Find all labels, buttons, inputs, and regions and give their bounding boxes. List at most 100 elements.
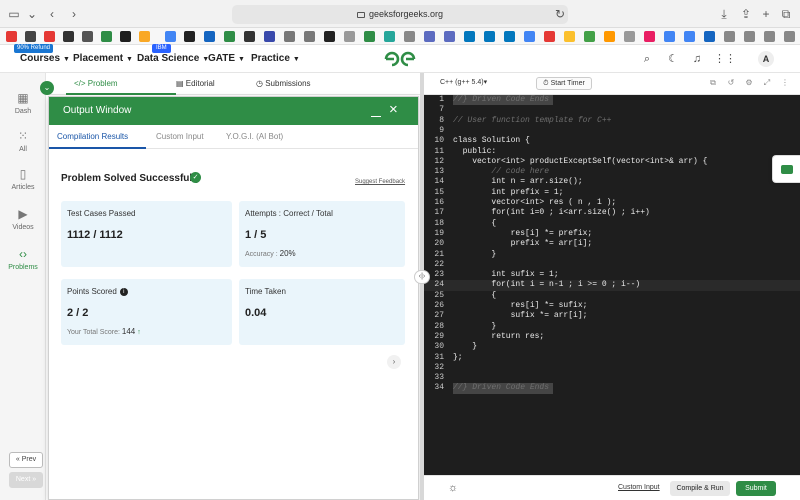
nav-data-science[interactable]: Data Science ▼ (137, 53, 209, 64)
bookmark-icon[interactable] (424, 31, 435, 42)
bookmark-icon[interactable] (184, 31, 195, 42)
suggest-feedback-link[interactable]: Suggest Feedback (355, 179, 405, 185)
bookmark-icon[interactable] (204, 31, 215, 42)
more-icon[interactable]: ⋮ (780, 78, 790, 88)
code-line[interactable]: 31}; (424, 353, 800, 363)
bookmark-icon[interactable] (704, 31, 715, 42)
minimize-icon[interactable] (371, 105, 381, 117)
bookmark-icon[interactable] (644, 31, 655, 42)
search-icon[interactable]: ⌕ (640, 52, 654, 66)
code-line[interactable]: 13 // code here (424, 167, 800, 177)
rail-item-dash[interactable]: ▦ Dash (0, 91, 46, 115)
bookmark-icon[interactable] (784, 31, 795, 42)
close-icon[interactable]: × (389, 101, 398, 119)
code-line[interactable]: 11 public: (424, 147, 800, 157)
code-line[interactable]: 17 for(int i=0 ; i<arr.size() ; i++) (424, 208, 800, 218)
code-line[interactable]: 32 (424, 363, 800, 373)
bookmark-icon[interactable] (244, 31, 255, 42)
tab-editorial[interactable]: ▤ Editorial (176, 79, 215, 88)
code-line[interactable]: 26 res[i] *= sufix; (424, 301, 800, 311)
fullscreen-icon[interactable]: ⤢ (762, 78, 772, 88)
bookmark-icon[interactable] (604, 31, 615, 42)
custom-input-link[interactable]: Custom Input (618, 484, 660, 491)
forward-icon[interactable]: › (66, 6, 82, 22)
bookmark-icon[interactable] (264, 31, 275, 42)
bookmark-icon[interactable] (544, 31, 555, 42)
bookmark-icon[interactable] (404, 31, 415, 42)
bookmark-icon[interactable] (101, 31, 112, 42)
address-bar[interactable]: geeksforgeeks.org (232, 5, 568, 24)
code-line[interactable]: 27 sufix *= arr[i]; (424, 311, 800, 321)
reload-icon[interactable]: ↻ (552, 6, 568, 22)
bookmark-icon[interactable] (384, 31, 395, 42)
bookmark-icon[interactable] (464, 31, 475, 42)
bookmark-icon[interactable] (744, 31, 755, 42)
code-line[interactable]: 19 res[i] *= prefix; (424, 229, 800, 239)
bookmark-icon[interactable] (664, 31, 675, 42)
code-line[interactable]: 10 class Solution { (424, 136, 800, 146)
bookmark-icon[interactable] (684, 31, 695, 42)
chevron-down-icon[interactable]: ⌄ (24, 6, 40, 22)
bookmark-icon[interactable] (584, 31, 595, 42)
new-tab-icon[interactable]: + (758, 6, 774, 22)
bookmark-icon[interactable] (224, 31, 235, 42)
code-line[interactable]: 22 (424, 260, 800, 270)
tab-overview-icon[interactable]: ⧉ (778, 6, 794, 22)
chat-button[interactable] (772, 155, 800, 183)
nav-practice[interactable]: Practice ▼ (251, 53, 300, 64)
settings-icon[interactable]: ⚙ (744, 78, 754, 88)
compile-run-button[interactable]: Compile & Run (670, 481, 730, 496)
bookmark-icon[interactable] (504, 31, 515, 42)
tab-custom-input[interactable]: Custom Input (156, 132, 204, 141)
start-timer-button[interactable]: ⏱ Start Timer (536, 77, 592, 90)
bookmark-icon[interactable] (120, 31, 131, 42)
tab-compilation-results[interactable]: Compilation Results (57, 132, 128, 141)
language-select[interactable]: C++ (g++ 5.4)▾ (440, 78, 487, 86)
dark-mode-icon[interactable]: ☾ (666, 52, 680, 66)
nav-placement[interactable]: Placement ▼ (73, 53, 133, 64)
code-line[interactable]: 14 int n = arr.size(); (424, 177, 800, 187)
bookmark-icon[interactable] (324, 31, 335, 42)
lightbulb-icon[interactable]: ☼ (448, 482, 458, 494)
bookmark-icon[interactable] (6, 31, 17, 42)
rail-item-videos[interactable]: ▶ Videos (0, 207, 46, 231)
code-line[interactable]: 9 (424, 126, 800, 136)
bookmark-icon[interactable] (364, 31, 375, 42)
back-icon[interactable]: ‹ (44, 6, 60, 22)
code-line[interactable]: 28 } (424, 322, 800, 332)
bell-icon[interactable]: ♫ (690, 52, 704, 66)
code-line[interactable]: 7 (424, 105, 800, 115)
info-icon[interactable]: i (119, 287, 128, 296)
code-line[interactable]: 16 vector<int> res ( n , 1 ); (424, 198, 800, 208)
apps-icon[interactable]: ⋮⋮ (714, 52, 736, 66)
sidebar-toggle-icon[interactable]: ▭ (6, 6, 22, 22)
code-line[interactable]: 18 { (424, 219, 800, 229)
bookmark-icon[interactable] (444, 31, 455, 42)
code-line[interactable]: 34 //} Driven Code Ends (424, 383, 800, 394)
code-line[interactable]: 8 // User function template for C++ (424, 116, 800, 126)
code-line[interactable]: 24 for(int i = n-1 ; i >= 0 ; i--) (424, 280, 800, 291)
bookmark-icon[interactable] (82, 31, 93, 42)
chevron-down-icon[interactable]: ⌄ (40, 81, 54, 95)
code-line[interactable]: 21 } (424, 250, 800, 260)
bookmark-icon[interactable] (139, 31, 150, 42)
code-line[interactable]: 33 (424, 373, 800, 383)
bookmark-icon[interactable] (165, 31, 176, 42)
prev-button[interactable]: « Prev (9, 452, 43, 468)
chevron-right-icon[interactable]: › (387, 355, 401, 369)
gfg-logo[interactable] (382, 49, 418, 69)
code-line[interactable]: 25 { (424, 291, 800, 301)
drag-handle-icon[interactable]: ‹|› (414, 270, 430, 284)
bookmark-icon[interactable] (764, 31, 775, 42)
rail-item-all[interactable]: ⁙ All (0, 129, 46, 153)
rail-item-articles[interactable]: ▯ Articles (0, 167, 46, 191)
reset-icon[interactable]: ↺ (726, 78, 736, 88)
nav-gate[interactable]: GATE ▼ (208, 53, 245, 64)
bookmark-icon[interactable] (484, 31, 495, 42)
bookmark-icon[interactable] (25, 31, 36, 42)
download-icon[interactable]: ⤓ (716, 6, 732, 22)
bookmark-icon[interactable] (524, 31, 535, 42)
bookmark-icon[interactable] (344, 31, 355, 42)
rail-item-problems[interactable]: ‹› Problems (0, 247, 46, 271)
code-line[interactable]: 20 prefix *= arr[i]; (424, 239, 800, 249)
